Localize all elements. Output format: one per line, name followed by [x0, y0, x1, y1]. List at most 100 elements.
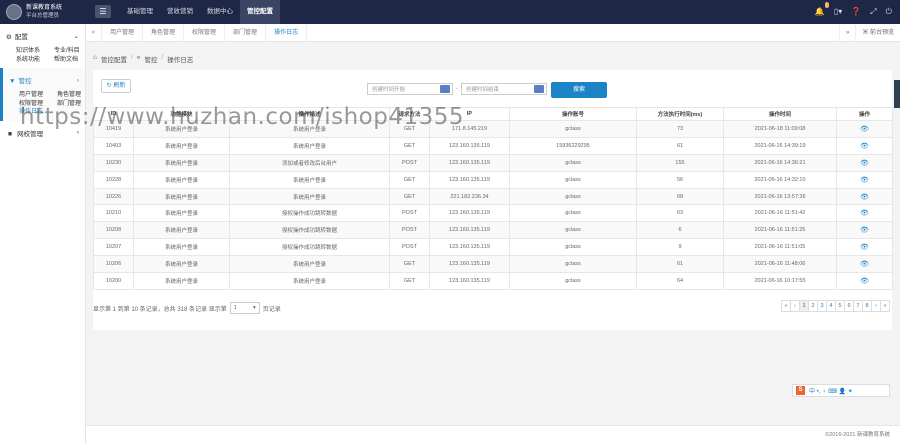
help-icon[interactable]: ❓ [851, 5, 861, 18]
front-preview-button[interactable]: ▣ 前台预览 [855, 24, 900, 42]
tab-item[interactable]: 角色管理 [143, 23, 185, 42]
table-cell: 10210 [93, 204, 134, 223]
eye-icon[interactable]: 👁 [860, 177, 869, 184]
sidebar-section-control[interactable]: ▼ 管控 › [3, 68, 85, 92]
calendar-icon[interactable] [440, 85, 450, 93]
table-cell: GET [389, 170, 430, 189]
table-cell: GET [389, 136, 430, 155]
sidebar-section-config[interactable]: ⚙ 配置 ⌄ [0, 24, 85, 48]
table-row: 10419 系统用户登录 系统用户登录 GET 171.8.145.219 gclass 7… [93, 120, 893, 138]
eye-icon[interactable]: 👁 [860, 160, 869, 167]
table-cell: 2021-06-16 14:36:21 [723, 153, 837, 172]
eye-icon[interactable]: 👁 [860, 244, 869, 251]
table-cell: gclass [509, 153, 637, 172]
table-row: 10210 系统用户登录 授权操作成功跳转数据 POST 123.160.135.119… [93, 204, 893, 223]
action-cell: 👁 [836, 187, 893, 206]
sidebar-item-config[interactable]: 专业/科目 [54, 48, 92, 56]
table-cell: 系统用户登录 [133, 255, 230, 274]
top-nav-item[interactable]: 营收营销 [160, 0, 200, 24]
table-cell: 系统用户登录 [133, 136, 230, 155]
eye-icon[interactable]: 👁 [860, 278, 869, 285]
eye-icon[interactable]: 👁 [860, 143, 869, 150]
log-panel: ↻ 刷新 创建时间开始 - 创建时间结束 搜索 ID 功能模块 操作描述 请求方法 IP… [93, 70, 893, 330]
page-size-select[interactable]: 1 ▾ [229, 302, 260, 314]
table-cell: gclass [509, 120, 637, 138]
app-subtitle[interactable]: 平台总管理员 [26, 12, 62, 20]
pagination-info-prefix: 显示第 1 到第 10 条记录，总共 318 条记录 显示第 [93, 306, 227, 313]
breadcrumb-item[interactable]: 管控 [144, 54, 157, 64]
eye-icon[interactable]: 👁 [860, 126, 869, 133]
ime-toolbar[interactable]: S 中 •, ♀ ⌨ 👤 ✦ [792, 384, 890, 397]
table-cell: 系统用户登录 [229, 120, 390, 138]
avatar[interactable] [6, 4, 22, 20]
table-body: 10419 系统用户登录 系统用户登录 GET 171.8.145.219 gclass 7… [93, 120, 893, 290]
action-cell: 👁 [836, 204, 893, 223]
sidebar-item-config[interactable]: 系统功能 [16, 57, 54, 65]
tab-item[interactable]: 权限管理 [184, 23, 226, 42]
table-cell: 添加或者修改后台用户 [229, 153, 390, 172]
table-cell: 123.160.135.119 [429, 136, 510, 155]
table-cell: 系统用户登录 [133, 120, 230, 138]
sidebar-item-config[interactable]: 知识体系 [16, 48, 54, 56]
tabs: 用户管理 角色管理 权限管理 部门管理 操作日志 [102, 23, 308, 42]
breadcrumb-item[interactable]: 管控配置 [101, 54, 127, 64]
table-cell: 2021-06-16 11:51:25 [723, 221, 837, 240]
table-row: 10226 系统用户登录 系统用户登录 GET 221.182.236.34 gclass… [93, 187, 893, 206]
search-button[interactable]: 搜索 [551, 82, 607, 98]
eye-icon[interactable]: 👁 [860, 261, 869, 268]
table-row: 10228 系统用户登录 系统用户登录 GET 123.160.135.119 gclas… [93, 170, 893, 189]
pagination: «‹ 1 2 3 4 5 6 7 8 ›» [781, 300, 890, 312]
chevron-right-icon: › [76, 76, 79, 84]
side-drawer-handle[interactable] [894, 80, 900, 108]
sidebar-section-network[interactable]: ◾ 网校管理 ‹ [0, 121, 85, 145]
column-header: 功能模块 [133, 107, 230, 121]
sidebar-network-label: 网校管理 [17, 130, 44, 138]
sidebar-item-control[interactable]: 用户管理 [19, 92, 57, 100]
bell-icon[interactable]: 🔔 1 [815, 2, 829, 18]
table-cell: 10230 [93, 153, 134, 172]
table-cell: 2021-06-16 11:51:05 [723, 238, 837, 257]
table-cell: 系统用户登录 [229, 170, 390, 189]
fullscreen-icon[interactable]: ⤢ [870, 5, 876, 18]
refresh-button[interactable]: ↻ 刷新 [101, 79, 131, 93]
action-cell: 👁 [836, 153, 893, 172]
calendar-icon[interactable] [534, 85, 544, 93]
table-cell: 10228 [93, 170, 134, 189]
action-cell: 👁 [836, 221, 893, 240]
tab-item[interactable]: 操作日志 [266, 23, 308, 42]
notification-badge: 1 [824, 2, 829, 8]
menu-toggle-button[interactable]: ☰ [95, 5, 111, 18]
eye-icon[interactable]: 👁 [860, 210, 869, 217]
sidebar-item-control[interactable]: 部门管理 [57, 101, 95, 109]
table-cell: 10207 [93, 238, 134, 257]
table-cell: GET [389, 187, 430, 206]
eye-icon[interactable]: 👁 [860, 227, 869, 234]
top-nav-item[interactable]: 基础管理 [120, 0, 160, 24]
tab-item[interactable]: 用户管理 [102, 23, 144, 42]
mobile-icon[interactable]: ▯▾ [834, 5, 842, 18]
end-date-input[interactable]: 创建时间结束 [461, 83, 547, 95]
table-cell: GET [389, 272, 430, 290]
eye-icon[interactable]: 👁 [860, 194, 869, 201]
sidebar-item-control[interactable]: 操作日志 [19, 109, 57, 117]
table-cell: 系统用户登录 [229, 255, 390, 274]
tab-item[interactable]: 部门管理 [225, 23, 267, 42]
logout-icon[interactable]: ⏻ [886, 5, 892, 18]
sidebar-item-control[interactable]: 权限管理 [19, 101, 57, 109]
table-cell: 61 [636, 255, 724, 274]
top-icons: 🔔 1 ▯▾ ❓ ⤢ ⏻ [815, 2, 892, 18]
table-cell: POST [389, 238, 430, 257]
page-link[interactable]: » [880, 300, 890, 312]
table-cell: GET [389, 120, 430, 138]
action-cell: 👁 [836, 238, 893, 257]
breadcrumb: ⌂ 管控配置 / « 管控 / 操作日志 [93, 54, 193, 64]
top-nav-item[interactable]: 管控配置 [240, 0, 280, 24]
start-date-input[interactable]: 创建时间开始 [367, 83, 453, 95]
tabs-scroll-left-icon[interactable]: « [86, 23, 102, 42]
sidebar-item-control[interactable]: 角色管理 [57, 92, 95, 100]
table-cell: 2021-06-16 11:51:42 [723, 204, 837, 223]
top-nav-item[interactable]: 数据中心 [200, 0, 240, 24]
table-cell: 63 [636, 204, 724, 223]
tabs-scroll-right-icon[interactable]: » [838, 24, 855, 42]
sidebar-item-config[interactable]: 帮助文档 [54, 57, 92, 65]
